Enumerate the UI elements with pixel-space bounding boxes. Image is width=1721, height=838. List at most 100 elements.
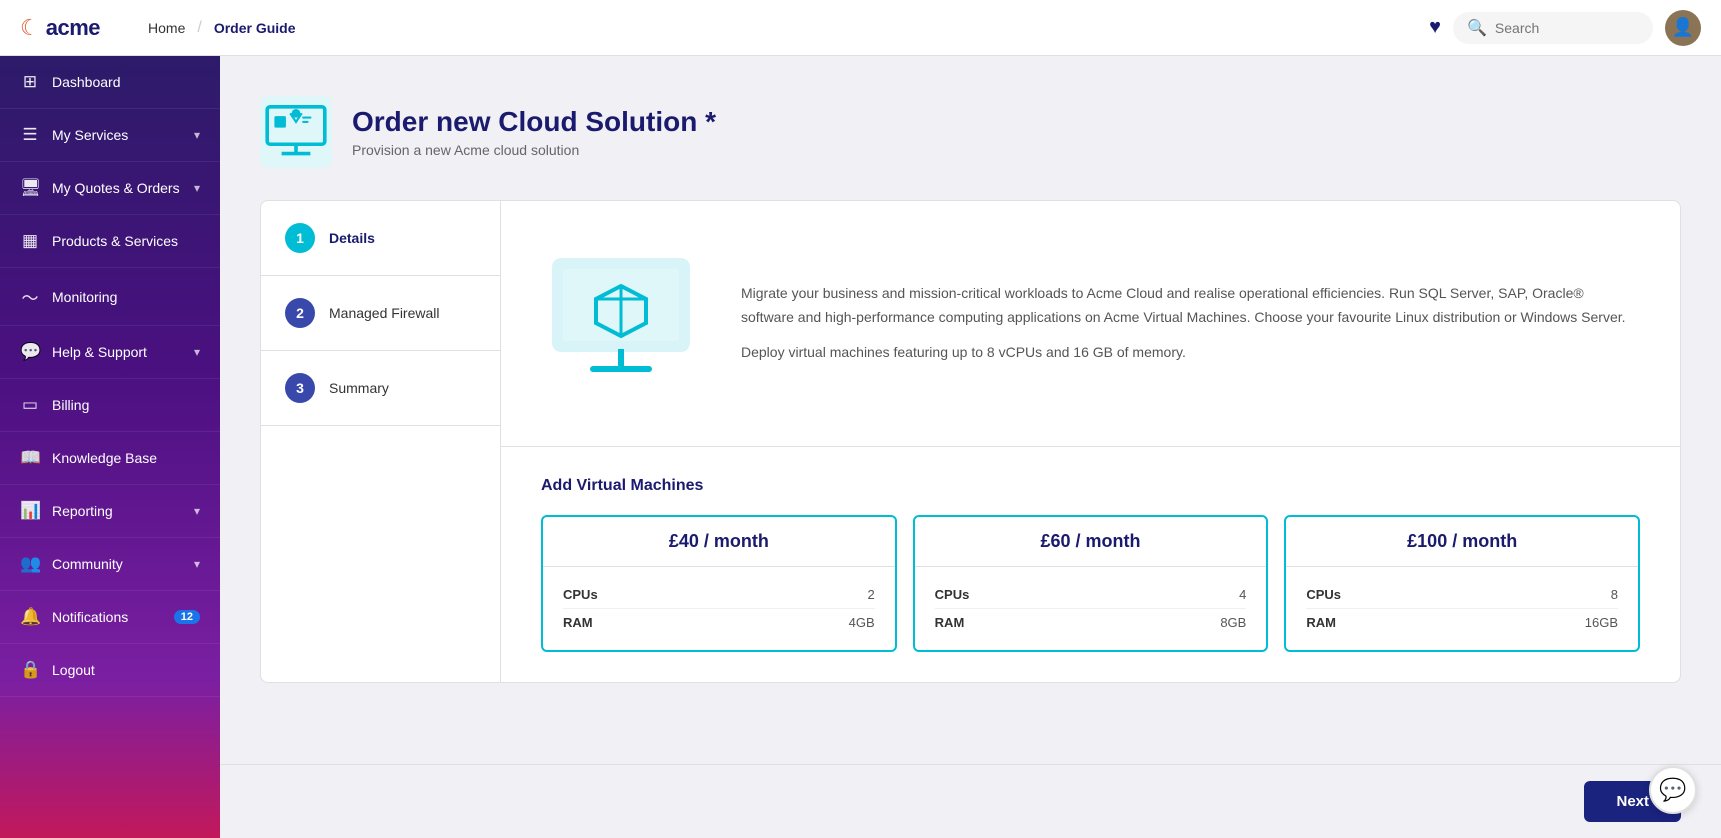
- chat-icon: 💬: [1659, 777, 1686, 803]
- wizard-container: 1 Details 2 Managed Firewall 3 Summary: [260, 200, 1681, 683]
- sidebar-label: Help & Support: [52, 344, 182, 360]
- vm-card-2-price: £60 / month: [915, 517, 1267, 567]
- sidebar-item-community[interactable]: 👥 Community ▾: [0, 538, 220, 591]
- description-text: Migrate your business and mission-critic…: [741, 282, 1640, 365]
- chevron-down-icon: ▾: [194, 557, 200, 571]
- community-icon: 👥: [20, 554, 40, 574]
- vm-spec-value: 8GB: [1220, 615, 1246, 630]
- desc-para-2: Deploy virtual machines featuring up to …: [741, 341, 1640, 365]
- main-layout: ⊞ Dashboard ☰ My Services ▾ 🖥 My Quotes …: [0, 56, 1721, 838]
- chat-bubble-button[interactable]: 💬: [1649, 766, 1697, 814]
- vm-card-1-price: £40 / month: [543, 517, 895, 567]
- vm-card-2-body: CPUs 4 RAM 8GB: [915, 567, 1267, 650]
- sidebar-item-reporting[interactable]: 📊 Reporting ▾: [0, 485, 220, 538]
- vm-card-1[interactable]: £40 / month CPUs 2 RAM 4GB: [541, 515, 897, 652]
- sidebar-item-products[interactable]: ▦ Products & Services: [0, 215, 220, 268]
- sidebar-item-help[interactable]: 💬 Help & Support ▾: [0, 326, 220, 379]
- vm-spec-cpu-1: CPUs 2: [563, 581, 875, 609]
- vm-spec-label: CPUs: [935, 587, 970, 602]
- my-services-icon: ☰: [20, 125, 40, 145]
- monitoring-icon: 〜: [20, 284, 40, 309]
- sidebar-label: Community: [52, 556, 182, 572]
- step-label-1: Details: [329, 230, 375, 246]
- vm-section-title: Add Virtual Machines: [541, 477, 1640, 495]
- vm-spec-value: 4GB: [849, 615, 875, 630]
- vm-spec-cpu-3: CPUs 8: [1306, 581, 1618, 609]
- step-label-3: Summary: [329, 380, 389, 396]
- notifications-icon: 🔔: [20, 607, 40, 627]
- sidebar-item-billing[interactable]: ▭ Billing: [0, 379, 220, 432]
- notification-badge: 12: [174, 610, 200, 624]
- step-num-1: 1: [285, 223, 315, 253]
- nav-home[interactable]: Home: [140, 16, 193, 40]
- top-navigation: ☾ acme Home / Order Guide ♥ 🔍 👤: [0, 0, 1721, 56]
- breadcrumb: Home / Order Guide: [140, 16, 1413, 40]
- vm-spec-label: CPUs: [563, 587, 598, 602]
- sidebar-item-notifications[interactable]: 🔔 Notifications 12: [0, 591, 220, 644]
- sidebar-item-my-quotes[interactable]: 🖥 My Quotes & Orders ▾: [0, 162, 220, 215]
- chevron-down-icon: ▾: [194, 345, 200, 359]
- favorites-button[interactable]: ♥: [1429, 16, 1441, 39]
- chevron-down-icon: ▾: [194, 504, 200, 518]
- wizard-main-panel: Migrate your business and mission-critic…: [501, 201, 1680, 682]
- logo[interactable]: ☾ acme: [20, 15, 100, 41]
- cloud-monitor-large: [541, 241, 701, 406]
- vm-card-2[interactable]: £60 / month CPUs 4 RAM 8GB: [913, 515, 1269, 652]
- sidebar-label: Monitoring: [52, 289, 200, 305]
- logo-icon: ☾: [20, 15, 40, 41]
- search-area: 🔍: [1453, 12, 1653, 44]
- sidebar-label: Reporting: [52, 503, 182, 519]
- step-num-2: 2: [285, 298, 315, 328]
- vm-card-3[interactable]: £100 / month CPUs 8 RAM 16GB: [1284, 515, 1640, 652]
- vm-card-1-body: CPUs 2 RAM 4GB: [543, 567, 895, 650]
- sidebar-label: My Services: [52, 127, 182, 143]
- page-title-area: Order new Cloud Solution * Provision a n…: [352, 106, 716, 158]
- my-quotes-icon: 🖥: [20, 178, 40, 198]
- avatar[interactable]: 👤: [1665, 10, 1701, 46]
- wizard-steps: 1 Details 2 Managed Firewall 3 Summary: [261, 201, 501, 682]
- vm-spec-value: 2: [867, 587, 874, 602]
- sidebar-label: Logout: [52, 662, 200, 678]
- vm-spec-value: 8: [1611, 587, 1618, 602]
- sidebar-item-logout[interactable]: 🔒 Logout: [0, 644, 220, 697]
- sidebar-item-dashboard[interactable]: ⊞ Dashboard: [0, 56, 220, 109]
- reporting-icon: 📊: [20, 501, 40, 521]
- content-area: Order new Cloud Solution * Provision a n…: [220, 56, 1721, 838]
- wizard-step-2[interactable]: 2 Managed Firewall: [261, 276, 500, 351]
- knowledge-icon: 📖: [20, 448, 40, 468]
- sidebar-label: Notifications: [52, 609, 162, 625]
- sidebar-item-knowledge[interactable]: 📖 Knowledge Base: [0, 432, 220, 485]
- sidebar-label: Dashboard: [52, 74, 200, 90]
- sidebar-label: Knowledge Base: [52, 450, 200, 466]
- chevron-down-icon: ▾: [194, 181, 200, 195]
- nav-order-guide[interactable]: Order Guide: [206, 16, 304, 40]
- sidebar-item-my-services[interactable]: ☰ My Services ▾: [0, 109, 220, 162]
- breadcrumb-separator: /: [197, 19, 201, 37]
- vm-card-3-body: CPUs 8 RAM 16GB: [1286, 567, 1638, 650]
- page-title: Order new Cloud Solution *: [352, 106, 716, 138]
- chevron-down-icon: ▾: [194, 128, 200, 142]
- vm-spec-cpu-2: CPUs 4: [935, 581, 1247, 609]
- logo-text: acme: [46, 15, 100, 41]
- sidebar: ⊞ Dashboard ☰ My Services ▾ 🖥 My Quotes …: [0, 56, 220, 838]
- cloud-monitor-icon: [260, 62, 332, 202]
- page-content: Order new Cloud Solution * Provision a n…: [220, 56, 1721, 764]
- sidebar-label: My Quotes & Orders: [52, 180, 182, 196]
- vm-spec-ram-2: RAM 8GB: [935, 609, 1247, 636]
- bottom-bar: Next: [220, 764, 1721, 838]
- vm-section: Add Virtual Machines £40 / month CPUs 2: [501, 447, 1680, 682]
- wizard-step-1[interactable]: 1 Details: [261, 201, 500, 276]
- vm-spec-ram-3: RAM 16GB: [1306, 609, 1618, 636]
- vm-spec-label: RAM: [935, 615, 965, 630]
- sidebar-item-monitoring[interactable]: 〜 Monitoring: [0, 268, 220, 326]
- billing-icon: ▭: [20, 395, 40, 415]
- sidebar-label: Products & Services: [52, 233, 200, 249]
- wizard-step-3[interactable]: 3 Summary: [261, 351, 500, 426]
- page-subtitle: Provision a new Acme cloud solution: [352, 142, 716, 158]
- top-nav-right: ♥ 🔍 👤: [1429, 10, 1701, 46]
- page-header: Order new Cloud Solution * Provision a n…: [260, 96, 1681, 168]
- desc-para-1: Migrate your business and mission-critic…: [741, 282, 1640, 330]
- step-label-2: Managed Firewall: [329, 305, 440, 321]
- help-icon: 💬: [20, 342, 40, 362]
- search-input[interactable]: [1495, 20, 1635, 36]
